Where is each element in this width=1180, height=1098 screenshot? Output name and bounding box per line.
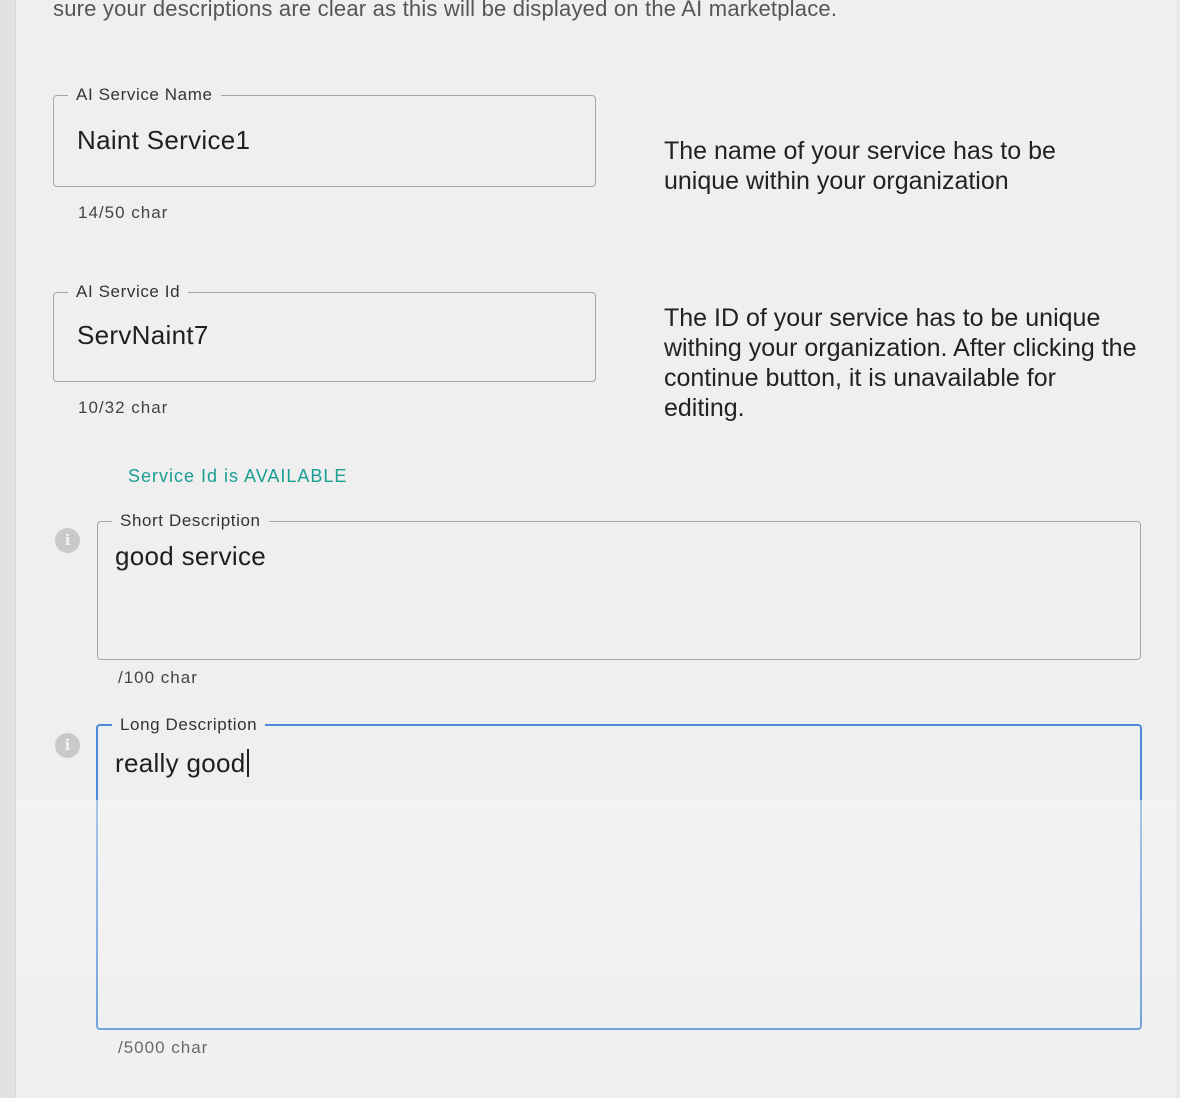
service-name-help: The name of your service has to be uniqu… xyxy=(664,137,1056,195)
short-description-info-icon[interactable]: i xyxy=(55,528,80,553)
long-description-info-icon[interactable]: i xyxy=(55,733,80,758)
service-name-label: AI Service Name xyxy=(76,85,213,104)
short-description-field[interactable]: Short Description xyxy=(97,512,1141,660)
long-description-label: Long Description xyxy=(120,715,258,734)
long-description-text: really good xyxy=(115,748,246,778)
page-right-edge xyxy=(1176,0,1180,1098)
short-description-label: Short Description xyxy=(120,511,261,530)
long-description-field[interactable]: Long Description xyxy=(96,716,1142,1030)
service-name-input[interactable]: Naint Service1 xyxy=(77,125,250,156)
page-left-edge xyxy=(0,0,16,1098)
service-id-label: AI Service Id xyxy=(76,282,181,301)
short-description-input[interactable]: good service xyxy=(115,541,266,572)
service-id-availability: Service Id is AVAILABLE xyxy=(128,466,348,486)
service-id-counter: 10/32 char xyxy=(78,398,169,417)
long-description-input[interactable]: really good xyxy=(115,748,249,779)
service-id-help: The ID of your service has to be unique … xyxy=(664,304,1137,422)
service-name-counter: 14/50 char xyxy=(78,203,169,222)
text-cursor xyxy=(246,749,249,777)
intro-text: sure your descriptions are clear as this… xyxy=(53,0,838,21)
service-id-input[interactable]: ServNaint7 xyxy=(77,320,209,351)
short-description-counter: /100 char xyxy=(118,668,198,687)
long-description-counter: /5000 char xyxy=(118,1038,209,1057)
